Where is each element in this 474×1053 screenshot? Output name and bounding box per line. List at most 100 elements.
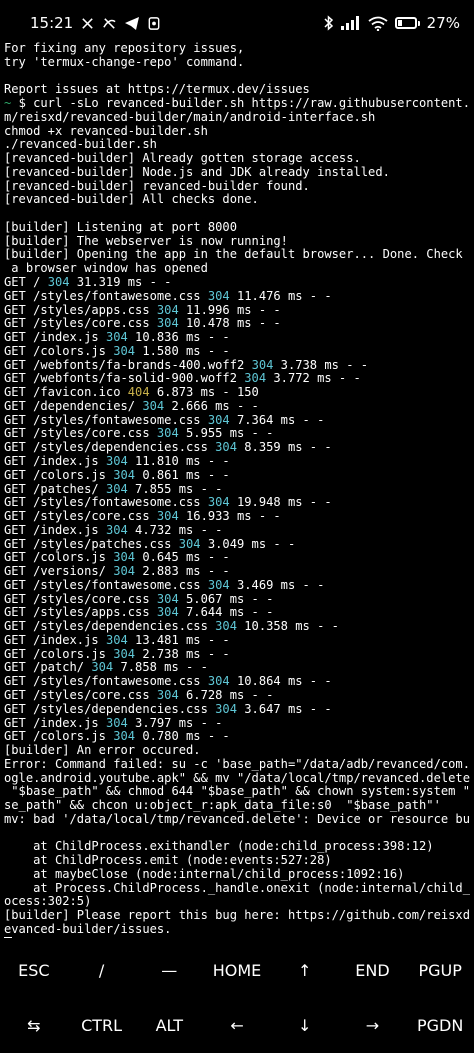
- terminal-text: 10.864 ms - -: [229, 674, 332, 689]
- terminal-output[interactable]: For fixing any repository issues, try 'te…: [4, 42, 470, 938]
- esc-key[interactable]: ESC: [0, 961, 68, 980]
- terminal-text: GET /styles/core.css: [4, 316, 157, 331]
- alt-key[interactable]: ALT: [135, 1016, 203, 1035]
- terminal-text: 10.836 ms - -: [127, 330, 230, 345]
- battery-icon: [394, 17, 420, 29]
- terminal-text: GET /styles/dependencies.css: [4, 440, 216, 455]
- status-code: 304: [105, 481, 128, 496]
- terminal-line: Report issues at https://termux.dev/issu…: [4, 82, 470, 97]
- pgup-key[interactable]: PGUP: [406, 961, 474, 980]
- terminal-text: se_path" && chcon u:object_r:apk_data_fi…: [4, 798, 441, 813]
- terminal-text: mv: bad '/data/local/tmp/revanced.delete…: [4, 811, 470, 826]
- terminal-line: GET /index.js 304 3.797 ms - -: [4, 715, 470, 731]
- terminal-text: chmod +x revanced-builder.sh: [4, 123, 208, 138]
- terminal-line: GET /favicon.ico 404 6.873 ms - 150: [4, 385, 470, 400]
- terminal-line: GET /index.js 304 4.732 ms - -: [4, 522, 470, 538]
- terminal-text: 4.732 ms - -: [127, 522, 223, 537]
- terminal-text: GET /index.js: [4, 453, 106, 468]
- terminal-text: GET /index.js: [4, 715, 106, 730]
- status-code: 304: [215, 619, 237, 634]
- extra-keys-row-1: ESC / — HOME ↑ END PGUP: [0, 943, 474, 998]
- terminal-text: GET /dependencies/: [4, 398, 143, 413]
- signal-icon: [340, 16, 359, 30]
- terminal-line: GET /styles/core.css 304 6.728 ms - -: [4, 687, 470, 703]
- terminal-text: 7.855 ms - -: [127, 481, 223, 496]
- terminal-line: [builder] The webserver is now running!: [4, 234, 470, 249]
- status-code: 304: [156, 302, 179, 317]
- end-key[interactable]: END: [339, 961, 407, 980]
- terminal-text: GET /styles/core.css: [4, 591, 157, 606]
- status-code: 304: [156, 687, 179, 702]
- terminal-text: [builder] Please report this bug here: h…: [4, 908, 470, 923]
- status-code: 404: [127, 385, 150, 400]
- status-code: 304: [91, 660, 114, 675]
- terminal-line: GET /styles/fontawesome.css 304 3.469 ms…: [4, 577, 470, 593]
- terminal-text: GET /styles/fontawesome.css: [4, 288, 208, 303]
- terminal-text: 2.883 ms - -: [135, 564, 230, 579]
- terminal-text: GET /styles/apps.css: [4, 605, 157, 620]
- terminal-line: at maybeClose (node:internal/child_proce…: [4, 866, 470, 882]
- terminal-text: GET /index.js: [4, 522, 106, 537]
- extra-keys-row-2: ⇆ CTRL ALT ← ↓ → PGDN: [0, 998, 474, 1053]
- status-code: 304: [105, 715, 128, 730]
- arrow-left-key[interactable]: ←: [203, 1016, 271, 1035]
- terminal-text: GET /favicon.ico: [4, 385, 128, 400]
- arrow-right-key[interactable]: →: [339, 1016, 407, 1035]
- arrow-down-key[interactable]: ↓: [271, 1016, 339, 1035]
- terminal-text: [builder] Opening the app in the default…: [4, 247, 470, 262]
- terminal-line: GET /styles/fontawesome.css 304 19.948 m…: [4, 495, 470, 510]
- terminal-text: 3.772 ms - -: [266, 371, 361, 386]
- terminal-line: GET /versions/ 304 2.883 ms - -: [4, 564, 470, 579]
- terminal-line: GET /styles/dependencies.css 304 10.358 …: [4, 619, 470, 634]
- terminal-text: 0.645 ms - -: [135, 550, 230, 565]
- pgdn-key[interactable]: PGDN: [406, 1016, 474, 1035]
- terminal-text: 13.481 ms - -: [127, 632, 230, 647]
- terminal-line: GET /styles/dependencies.css 304 3.647 m…: [4, 702, 470, 717]
- status-code: 304: [113, 550, 136, 565]
- home-key[interactable]: HOME: [203, 961, 271, 980]
- terminal-text: GET /colors.js: [4, 550, 114, 565]
- status-code: 304: [113, 729, 136, 744]
- dash-key[interactable]: —: [135, 961, 203, 980]
- terminal-text: Error: Command failed: su -c 'base_path=…: [4, 756, 470, 771]
- terminal-text: 19.948 ms - -: [229, 495, 332, 510]
- status-code: 304: [113, 646, 136, 661]
- terminal-text: ./revanced-builder.sh: [4, 137, 157, 152]
- terminal-text: 31.319 ms - -: [69, 275, 172, 290]
- terminal-text: 16.933 ms - -: [178, 509, 281, 524]
- terminal-line: GET /patches/ 304 7.855 ms - -: [4, 481, 470, 497]
- status-code: 304: [105, 453, 128, 468]
- terminal-text: 0.780 ms - -: [135, 729, 230, 744]
- status-code: 304: [207, 412, 230, 427]
- battery-percent: 27%: [426, 14, 460, 32]
- terminal-text: GET /colors.js: [4, 646, 114, 661]
- terminal-line: GET / 304 31.319 ms - -: [4, 275, 470, 290]
- terminal-line: [revanced-builder] All checks done.: [4, 193, 470, 207]
- terminal-text: at maybeClose (node:internal/child_proce…: [4, 866, 405, 881]
- status-code: 304: [47, 275, 70, 290]
- tab-key[interactable]: ⇆: [0, 1016, 68, 1035]
- ctrl-key[interactable]: CTRL: [68, 1016, 136, 1035]
- slash-key[interactable]: /: [68, 961, 136, 980]
- privacy-icon: [148, 16, 160, 30]
- clock: 15:21: [30, 14, 74, 32]
- prompt-line[interactable]: [4, 936, 470, 938]
- terminal-text: GET /styles/fontawesome.css: [4, 577, 208, 592]
- terminal-text: 11.810 ms - -: [127, 453, 230, 468]
- status-code: 304: [105, 522, 128, 537]
- terminal-text: at Process.ChildProcess._handle.onexit (…: [4, 880, 470, 895]
- terminal-text: GET /colors.js: [4, 729, 114, 744]
- terminal-line: GET /styles/core.css 304 5.067 ms - -: [4, 591, 470, 607]
- terminal-text: a browser window has opened: [4, 261, 208, 276]
- terminal-text: GET /colors.js: [4, 467, 114, 482]
- telegram-icon: [125, 16, 140, 30]
- terminal-line: [revanced-builder] Node.js and JDK alrea…: [4, 165, 470, 180]
- terminal-text: 10.358 ms - -: [237, 619, 339, 634]
- terminal-line: [builder] Listening at port 8000: [4, 220, 470, 235]
- terminal-text: GET /webfonts/fa-brands-400.woff2: [4, 357, 252, 372]
- status-code: 304: [156, 426, 179, 441]
- arrow-up-key[interactable]: ↑: [271, 961, 339, 980]
- status-code: 304: [113, 343, 136, 358]
